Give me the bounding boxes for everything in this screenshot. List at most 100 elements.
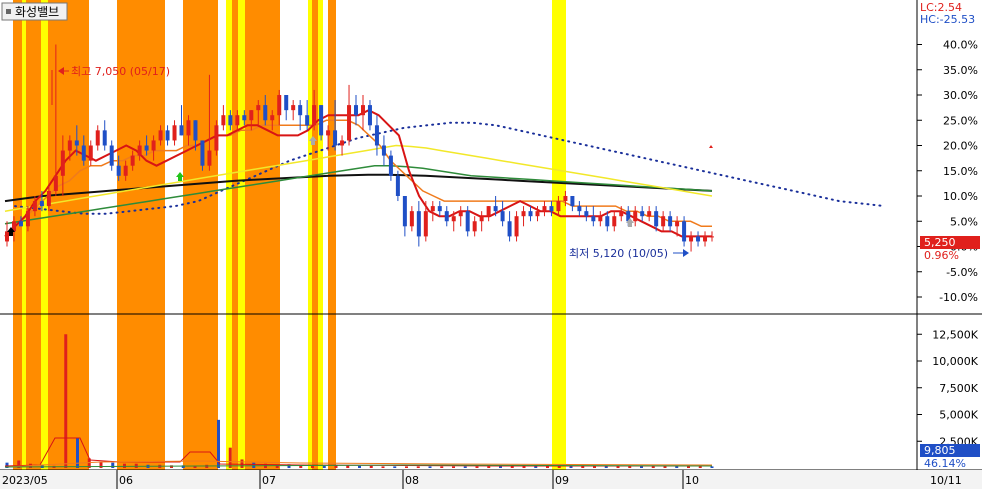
candle-body bbox=[109, 145, 114, 166]
candle-body bbox=[305, 115, 310, 126]
candle-body bbox=[172, 125, 177, 141]
candle-body bbox=[612, 216, 617, 227]
candle-body bbox=[200, 140, 205, 166]
candle-body bbox=[500, 211, 505, 222]
volume-bar bbox=[698, 466, 702, 468]
candle-body bbox=[95, 130, 100, 146]
candle-body bbox=[675, 221, 680, 227]
candle-body bbox=[409, 211, 414, 227]
candle-body bbox=[458, 211, 463, 217]
volume-bar bbox=[111, 462, 115, 468]
candle-body bbox=[654, 211, 659, 227]
volume-bar bbox=[416, 466, 420, 468]
candle-body bbox=[486, 206, 491, 217]
candle-body bbox=[347, 105, 352, 141]
candle-body bbox=[130, 155, 135, 166]
volume-bar bbox=[534, 466, 538, 468]
candle-body bbox=[416, 211, 421, 237]
candle-body bbox=[661, 216, 666, 227]
candle-body bbox=[619, 211, 624, 217]
candle-body bbox=[270, 115, 275, 121]
x-tick-label: 08 bbox=[405, 474, 419, 487]
volume-bar bbox=[651, 466, 655, 468]
volume-bar bbox=[240, 459, 244, 468]
low-annotation: 최저 5,120 (10/05) bbox=[569, 247, 668, 260]
current-volume: 9,805 bbox=[924, 444, 956, 457]
candle-body bbox=[242, 115, 247, 121]
candle-body bbox=[53, 175, 58, 191]
x-tick-label: 10/11 bbox=[930, 474, 962, 487]
candle-body bbox=[472, 221, 477, 232]
candle-body bbox=[67, 140, 72, 151]
price-tick-label: 15.0% bbox=[943, 165, 978, 178]
candle-body bbox=[249, 110, 254, 121]
x-tick-label: 10 bbox=[685, 474, 699, 487]
volume-bar bbox=[64, 334, 68, 468]
highlight-band-1 bbox=[22, 0, 26, 470]
highlight-band-8 bbox=[232, 0, 238, 470]
x-tick-label: 06 bbox=[119, 474, 133, 487]
candle-body bbox=[263, 105, 268, 121]
price-tick-label: 40.0% bbox=[943, 39, 978, 52]
candle-body bbox=[703, 236, 708, 242]
candle-body bbox=[165, 130, 170, 141]
highlight-band-11 bbox=[255, 0, 280, 470]
volume-bar bbox=[381, 466, 385, 468]
candle-body bbox=[430, 206, 435, 212]
volume-tick-label: 7,500K bbox=[939, 382, 978, 395]
volume-change: 46.14% bbox=[924, 457, 966, 470]
stock-chart[interactable]: 40.0% 35.0% 30.0% 25.0% 20.0% 15.0% 10.0% 5.0% 0… bbox=[0, 0, 982, 489]
candle-body bbox=[640, 211, 645, 217]
stock-name: 화성밸브 bbox=[15, 5, 59, 19]
high-annotation: 최고 7,050 (05/17) bbox=[71, 65, 170, 78]
candle-body bbox=[668, 216, 673, 227]
candle-body bbox=[151, 140, 156, 151]
candle-body bbox=[74, 140, 79, 146]
candle-body bbox=[123, 165, 128, 176]
x-axis-bar bbox=[0, 470, 982, 489]
price-tick-label: 20.0% bbox=[943, 140, 978, 153]
highlight-band-9 bbox=[238, 0, 245, 470]
volume-bar bbox=[616, 466, 620, 468]
candle-body bbox=[374, 125, 379, 146]
candle-body bbox=[333, 130, 338, 146]
candle-body bbox=[584, 211, 589, 217]
highlight-band-2 bbox=[26, 0, 41, 470]
candle-body bbox=[381, 145, 386, 156]
candle-body bbox=[46, 190, 51, 207]
volume-bar bbox=[522, 466, 526, 468]
volume-bar bbox=[628, 466, 632, 468]
candle-body bbox=[158, 130, 163, 141]
candle-body bbox=[221, 115, 226, 126]
price-tick-label: 35.0% bbox=[943, 64, 978, 77]
volume-bar bbox=[593, 466, 596, 468]
candle-body bbox=[18, 221, 23, 227]
candle-body bbox=[633, 211, 638, 222]
candle-body bbox=[367, 105, 372, 126]
volume-bar bbox=[123, 463, 126, 468]
current-price: 5,250 bbox=[924, 236, 956, 249]
x-tick-label: 07 bbox=[262, 474, 276, 487]
candle-body bbox=[682, 221, 687, 242]
highlight-band-3 bbox=[41, 0, 48, 470]
candle-body bbox=[214, 125, 219, 151]
candle-body bbox=[388, 155, 393, 176]
candle-body bbox=[312, 105, 317, 126]
candle-body bbox=[193, 120, 198, 141]
volume-bar bbox=[393, 466, 397, 468]
candle-body bbox=[326, 130, 331, 136]
volume-bar bbox=[487, 466, 491, 468]
candle-body bbox=[39, 201, 44, 207]
volume-bar bbox=[569, 466, 573, 468]
candle-body bbox=[647, 211, 652, 217]
candle-body bbox=[521, 211, 526, 217]
candle-body bbox=[256, 105, 261, 111]
volume-bar bbox=[475, 466, 479, 468]
candle-body bbox=[577, 206, 582, 212]
candle-body bbox=[298, 105, 303, 116]
volume-bar bbox=[463, 466, 467, 468]
candle-body bbox=[493, 206, 498, 212]
candle-body bbox=[696, 236, 701, 242]
candle-body bbox=[451, 216, 456, 222]
candle-body bbox=[179, 125, 184, 136]
